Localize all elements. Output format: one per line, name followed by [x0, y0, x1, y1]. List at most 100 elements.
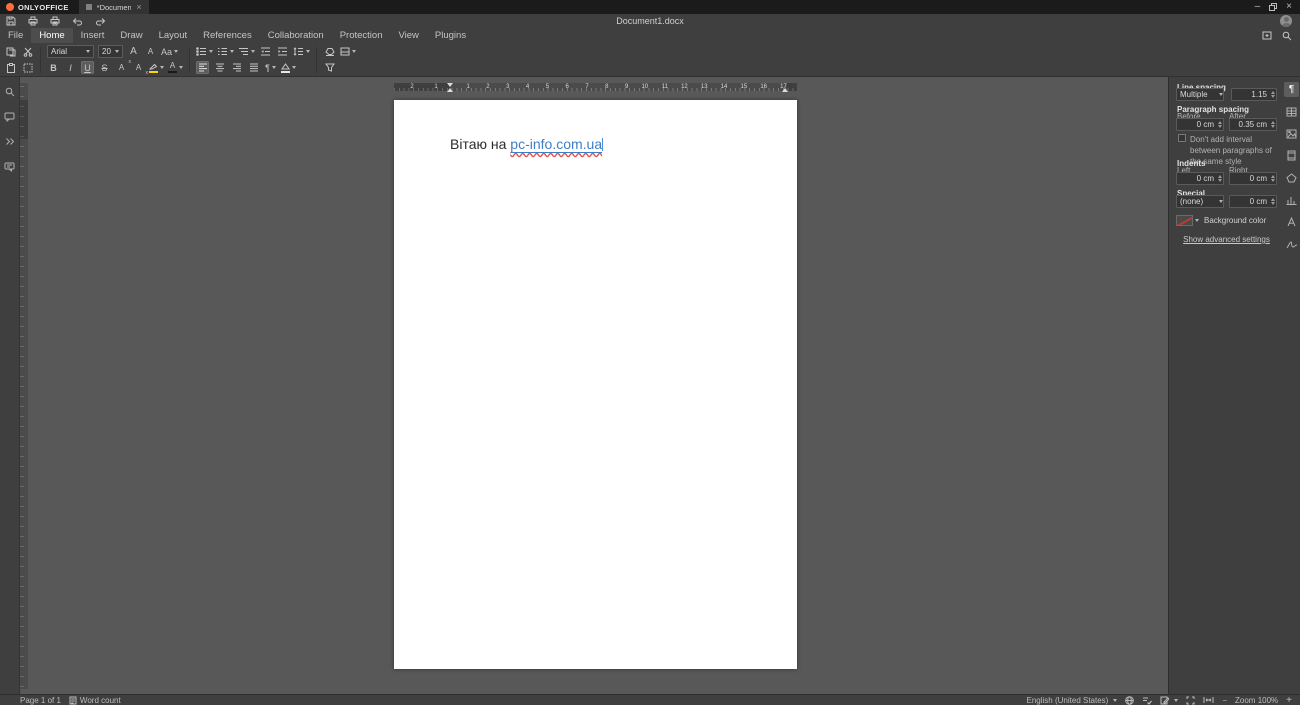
shape-settings-icon[interactable]	[1284, 170, 1299, 185]
line-spacing-amount-spinner[interactable]: 1.15	[1231, 88, 1277, 101]
feedback-icon[interactable]	[3, 160, 16, 173]
menu-collaboration[interactable]: Collaboration	[260, 28, 332, 43]
decrease-indent-icon[interactable]	[259, 45, 272, 58]
word-count-item[interactable]: Word count	[69, 696, 121, 705]
align-left-icon[interactable]	[196, 61, 209, 74]
paste-icon[interactable]	[4, 61, 17, 74]
user-avatar[interactable]	[1280, 15, 1292, 27]
print-icon[interactable]	[28, 16, 38, 26]
decrease-font-icon[interactable]: A	[144, 45, 157, 58]
track-changes-icon[interactable]	[1160, 696, 1179, 705]
navigation-icon[interactable]	[3, 135, 16, 148]
italic-button[interactable]: I	[64, 61, 77, 74]
paragraph-text[interactable]: Вітаю на pc-info.com.ua	[450, 136, 604, 152]
background-color-dropdown-icon[interactable]	[1195, 219, 1199, 222]
menu-view[interactable]: View	[390, 28, 426, 43]
zoom-in-button[interactable]: +	[1286, 695, 1292, 705]
align-center-icon[interactable]	[213, 61, 226, 74]
subscript-button[interactable]: Ax	[132, 61, 148, 76]
save-icon[interactable]	[6, 16, 16, 26]
font-name-select[interactable]: Arial	[47, 45, 94, 58]
brand-name: ONLYOFFICE	[18, 2, 69, 12]
comments-icon[interactable]	[3, 110, 16, 123]
paragraph-settings-icon[interactable]: ¶	[1284, 82, 1299, 97]
right-indent-marker[interactable]	[782, 88, 788, 92]
nonprinting-characters-icon[interactable]: ¶	[264, 61, 277, 74]
line-spacing-icon[interactable]	[293, 45, 310, 58]
strikeout-button[interactable]: S	[98, 61, 111, 74]
increase-indent-icon[interactable]	[276, 45, 289, 58]
hyperlink[interactable]: pc-info.com.ua	[510, 136, 602, 152]
undo-icon[interactable]	[72, 17, 83, 26]
underline-button[interactable]: U	[81, 61, 94, 74]
menu-insert[interactable]: Insert	[73, 28, 113, 43]
align-justify-icon[interactable]	[247, 61, 260, 74]
redo-icon[interactable]	[95, 17, 106, 26]
paragraph-shading-icon[interactable]	[281, 61, 296, 74]
page-indicator[interactable]: Page 1 of 1	[20, 696, 61, 705]
vertical-ruler[interactable]	[20, 83, 28, 689]
signature-settings-icon[interactable]	[1284, 236, 1299, 251]
background-color-swatch[interactable]	[1176, 215, 1193, 226]
menu-home[interactable]: Home	[31, 28, 73, 43]
highlight-color-icon[interactable]	[149, 61, 164, 74]
menu-plugins[interactable]: Plugins	[427, 28, 474, 43]
copy-icon[interactable]	[4, 45, 17, 58]
left-indent-marker[interactable]	[447, 88, 453, 92]
superscript-button[interactable]: Ax	[115, 59, 131, 74]
text-art-settings-icon[interactable]	[1284, 214, 1299, 229]
bold-button[interactable]: B	[47, 61, 60, 74]
headers-footers-settings-icon[interactable]	[1284, 148, 1299, 163]
quick-print-icon[interactable]	[50, 16, 60, 26]
zoom-out-button[interactable]: −	[1222, 696, 1227, 705]
document-page[interactable]: Вітаю на pc-info.com.ua	[394, 100, 797, 669]
multilevel-list-icon[interactable]	[238, 45, 255, 58]
increase-font-icon[interactable]: A	[127, 45, 140, 58]
first-line-indent-marker[interactable]	[447, 83, 453, 87]
font-color-icon[interactable]: A	[168, 61, 183, 74]
clear-style-icon[interactable]	[323, 45, 336, 58]
mail-merge-icon[interactable]	[323, 61, 336, 74]
search-icon[interactable]	[1282, 31, 1292, 41]
horizontal-ruler[interactable]: 21 1 2 3 4 5 6 7 8 9 10 11 12 13 14 15 16 17	[394, 83, 797, 92]
language-select[interactable]: English (United States)	[1027, 696, 1118, 705]
image-settings-icon[interactable]	[1284, 126, 1299, 141]
close-tab-icon[interactable]: ×	[135, 2, 142, 12]
fit-width-icon[interactable]	[1203, 696, 1214, 704]
menu-protection[interactable]: Protection	[332, 28, 391, 43]
cut-icon[interactable]	[21, 45, 34, 58]
find-icon[interactable]	[3, 85, 16, 98]
indent-left-spinner[interactable]: 0 cm	[1176, 172, 1224, 185]
after-spinner[interactable]: 0.35 cm	[1229, 118, 1277, 131]
minimize-button[interactable]: –	[1255, 2, 1261, 12]
document-language-icon[interactable]	[1125, 695, 1135, 705]
chart-settings-icon[interactable]	[1284, 192, 1299, 207]
document-tab[interactable]: *Document1.d... ×	[78, 0, 149, 14]
line-spacing-select[interactable]: Multiple	[1176, 88, 1224, 101]
change-case-icon[interactable]: Aa	[161, 45, 179, 58]
menu-layout[interactable]: Layout	[151, 28, 196, 43]
open-file-location-icon[interactable]	[1262, 31, 1272, 41]
interval-checkbox[interactable]	[1178, 134, 1186, 142]
bullets-icon[interactable]	[196, 45, 213, 58]
indent-right-spinner[interactable]: 0 cm	[1229, 172, 1277, 185]
menu-file[interactable]: File	[0, 28, 31, 43]
spell-check-icon[interactable]	[1142, 696, 1153, 705]
table-settings-icon[interactable]	[1284, 104, 1299, 119]
fit-page-icon[interactable]	[1186, 696, 1195, 705]
restore-button[interactable]	[1269, 3, 1278, 11]
special-amount-spinner[interactable]: 0 cm	[1229, 195, 1277, 208]
editor-workspace[interactable]: 21 1 2 3 4 5 6 7 8 9 10 11 12 13 14 15 16 17 Вітаю на pc…	[20, 77, 1168, 694]
menu-draw[interactable]: Draw	[112, 28, 150, 43]
copy-style-icon[interactable]	[21, 61, 34, 74]
zoom-level[interactable]: Zoom 100%	[1235, 696, 1278, 705]
show-advanced-settings-link[interactable]: Show advanced settings	[1183, 235, 1270, 244]
menu-references[interactable]: References	[195, 28, 260, 43]
page-color-icon[interactable]	[340, 45, 356, 58]
before-spinner[interactable]: 0 cm	[1176, 118, 1224, 131]
font-size-select[interactable]: 20	[98, 45, 123, 58]
special-select[interactable]: (none)	[1176, 195, 1224, 208]
align-right-icon[interactable]	[230, 61, 243, 74]
close-window-button[interactable]: ×	[1286, 2, 1292, 12]
numbering-icon[interactable]	[217, 45, 234, 58]
